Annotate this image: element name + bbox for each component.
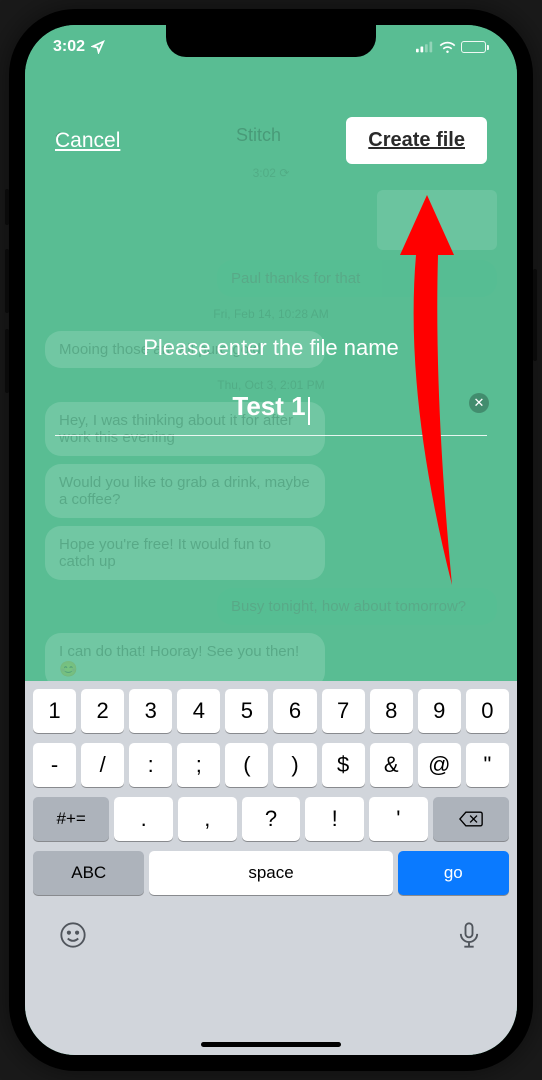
dictation-icon[interactable] xyxy=(455,921,483,949)
key-period[interactable]: . xyxy=(114,797,173,841)
keyboard-row-3: #+= . , ? ! ' xyxy=(29,797,513,841)
key-4[interactable]: 4 xyxy=(177,689,220,733)
key-7[interactable]: 7 xyxy=(322,689,365,733)
keyboard: 1 2 3 4 5 6 7 8 9 0 - / : ; ( ) xyxy=(25,681,517,1055)
key-go[interactable]: go xyxy=(398,851,509,895)
key-amp[interactable]: & xyxy=(370,743,413,787)
key-1[interactable]: 1 xyxy=(33,689,76,733)
key-lparen[interactable]: ( xyxy=(225,743,268,787)
key-dash[interactable]: - xyxy=(33,743,76,787)
key-3[interactable]: 3 xyxy=(129,689,172,733)
key-apostrophe[interactable]: ' xyxy=(369,797,428,841)
power-button xyxy=(533,269,537,361)
key-quote[interactable]: " xyxy=(466,743,509,787)
status-time: 3:02 xyxy=(53,38,85,56)
key-8[interactable]: 8 xyxy=(370,689,413,733)
key-2[interactable]: 2 xyxy=(81,689,124,733)
battery-icon xyxy=(461,41,489,53)
side-button xyxy=(5,189,9,225)
key-5[interactable]: 5 xyxy=(225,689,268,733)
emoji-icon[interactable] xyxy=(59,921,87,949)
key-at[interactable]: @ xyxy=(418,743,461,787)
keyboard-row-4: ABC space go xyxy=(29,851,513,895)
key-abc[interactable]: ABC xyxy=(33,851,144,895)
key-6[interactable]: 6 xyxy=(273,689,316,733)
notch xyxy=(166,25,376,57)
key-slash[interactable]: / xyxy=(81,743,124,787)
key-comma[interactable]: , xyxy=(178,797,237,841)
cancel-button[interactable]: Cancel xyxy=(55,129,120,153)
key-symbols[interactable]: #+= xyxy=(33,797,109,841)
key-exclaim[interactable]: ! xyxy=(305,797,364,841)
key-semicolon[interactable]: ; xyxy=(177,743,220,787)
clear-input-icon[interactable]: ✕ xyxy=(469,393,489,413)
volume-up-button xyxy=(5,249,9,313)
key-9[interactable]: 9 xyxy=(418,689,461,733)
key-colon[interactable]: : xyxy=(129,743,172,787)
key-space[interactable]: space xyxy=(149,851,392,895)
cell-signal-icon xyxy=(416,41,434,53)
key-backspace[interactable] xyxy=(433,797,509,841)
key-rparen[interactable]: ) xyxy=(273,743,316,787)
create-file-button[interactable]: Create file xyxy=(346,117,487,164)
keyboard-row-1: 1 2 3 4 5 6 7 8 9 0 xyxy=(29,689,513,733)
wifi-icon xyxy=(439,41,456,54)
volume-down-button xyxy=(5,329,9,393)
location-arrow-icon xyxy=(91,40,105,54)
phone-frame: 3:02 ‹ Stitch Edit 3:02 ⟳ Paul thanks fo… xyxy=(9,9,533,1071)
keyboard-row-2: - / : ; ( ) $ & @ " xyxy=(29,743,513,787)
filename-prompt-label: Please enter the file name xyxy=(55,335,487,361)
screen: 3:02 ‹ Stitch Edit 3:02 ⟳ Paul thanks fo… xyxy=(25,25,517,1055)
key-dollar[interactable]: $ xyxy=(322,743,365,787)
home-indicator[interactable] xyxy=(201,1042,341,1047)
delete-icon xyxy=(459,810,483,828)
key-0[interactable]: 0 xyxy=(466,689,509,733)
key-question[interactable]: ? xyxy=(242,797,301,841)
filename-input[interactable]: Test 1 ✕ xyxy=(55,391,487,436)
text-cursor xyxy=(308,397,310,425)
filename-value: Test 1 xyxy=(232,391,305,422)
